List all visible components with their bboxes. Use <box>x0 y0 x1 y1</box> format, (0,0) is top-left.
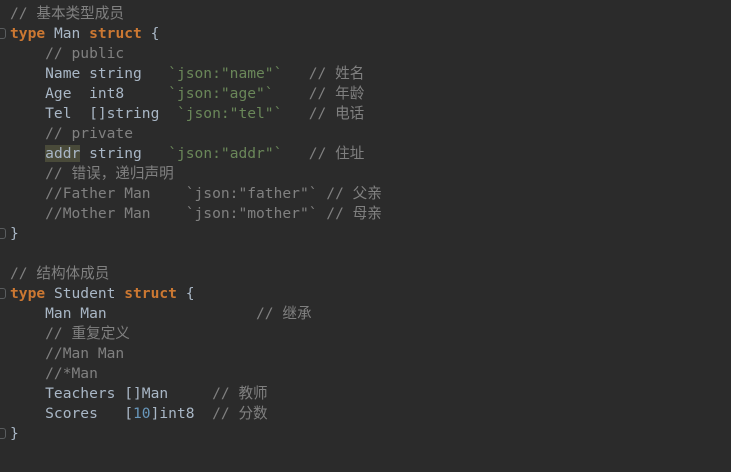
code-token: Name string <box>10 65 169 82</box>
code-line[interactable]: // 重复定义 <box>0 324 731 344</box>
number-token: 10 <box>133 405 151 422</box>
code-token: Age int8 <box>10 85 169 102</box>
code-token: { <box>141 25 160 42</box>
comment-token: // 教师 <box>212 385 268 402</box>
code-line[interactable]: type Man struct { <box>0 24 731 44</box>
code-token: string <box>80 145 169 162</box>
code-line[interactable]: // 结构体成员 <box>0 264 731 284</box>
code-token: Teachers []Man <box>10 385 213 402</box>
fold-marker-icon[interactable] <box>0 228 6 239</box>
comment-token: // private <box>10 125 134 142</box>
comment-token: // 结构体成员 <box>10 265 110 282</box>
code-line[interactable] <box>0 244 731 264</box>
code-token: { <box>176 285 195 302</box>
code-token: Tel []string <box>10 105 177 122</box>
code-line[interactable]: type Student struct { <box>0 284 731 304</box>
comment-token: // 电话 <box>308 105 365 122</box>
code-line[interactable]: Age int8 `json:"age"` // 年龄 <box>0 84 731 104</box>
string-tag-token: `json:"tel"` <box>176 105 283 122</box>
code-line[interactable]: Teachers []Man // 教师 <box>0 384 731 404</box>
comment-token: //*Man <box>10 365 98 382</box>
code-line[interactable]: Scores [10]int8 // 分数 <box>0 404 731 424</box>
comment-token: //Mother Man `json:"mother"` // 母亲 <box>10 205 382 222</box>
comment-token: //Man Man <box>10 345 125 362</box>
code-line[interactable]: Tel []string `json:"tel"` // 电话 <box>0 104 731 124</box>
code-line[interactable]: addr string `json:"addr"` // 住址 <box>0 144 731 164</box>
comment-token: // 基本类型成员 <box>10 5 124 22</box>
code-token: } <box>10 225 19 242</box>
keyword-token: type <box>10 285 46 302</box>
code-line[interactable]: Man Man // 继承 <box>0 304 731 324</box>
string-tag-token: `json:"age"` <box>168 85 274 102</box>
code-line[interactable]: //*Man <box>0 364 731 384</box>
keyword-token: struct <box>124 285 177 302</box>
code-line[interactable]: } <box>0 424 731 444</box>
comment-token: // 错误，递归声明 <box>10 165 174 182</box>
fold-marker-icon[interactable] <box>0 288 6 299</box>
comment-token: //Father Man `json:"father"` // 父亲 <box>10 185 382 202</box>
comment-token: // 继承 <box>256 305 312 322</box>
string-tag-token: `json:"addr"` <box>168 145 283 162</box>
code-line[interactable]: Name string `json:"name"` // 姓名 <box>0 64 731 84</box>
comment-token: // 年龄 <box>308 85 365 102</box>
keyword-token: struct <box>89 25 142 42</box>
code-token: Student <box>45 285 125 302</box>
comment-token: // 住址 <box>308 145 365 162</box>
code-token: } <box>10 425 19 442</box>
code-token: Man <box>45 25 90 42</box>
comment-token: // public <box>10 45 125 62</box>
code-line[interactable]: //Father Man `json:"father"` // 父亲 <box>0 184 731 204</box>
comment-token: // 姓名 <box>308 65 365 82</box>
highlighted-identifier: addr <box>45 145 81 162</box>
code-line[interactable]: //Man Man <box>0 344 731 364</box>
comment-token: // 重复定义 <box>10 325 130 342</box>
code-line[interactable]: // public <box>0 44 731 64</box>
comment-token: // 分数 <box>212 405 268 422</box>
keyword-token: type <box>10 25 46 42</box>
code-token: ]int8 <box>150 405 213 422</box>
code-line[interactable]: // 基本类型成员 <box>0 4 731 24</box>
fold-marker-icon[interactable] <box>0 28 6 39</box>
fold-marker-icon[interactable] <box>0 428 6 439</box>
code-line[interactable]: // 错误，递归声明 <box>0 164 731 184</box>
code-token: Scores [ <box>10 405 134 422</box>
code-editor[interactable]: // 基本类型成员 type Man struct { // public Nam… <box>0 4 731 444</box>
string-tag-token: `json:"name"` <box>168 65 283 82</box>
code-line[interactable]: //Mother Man `json:"mother"` // 母亲 <box>0 204 731 224</box>
code-line[interactable]: } <box>0 224 731 244</box>
code-line[interactable]: // private <box>0 124 731 144</box>
code-token: Man Man <box>10 305 257 322</box>
